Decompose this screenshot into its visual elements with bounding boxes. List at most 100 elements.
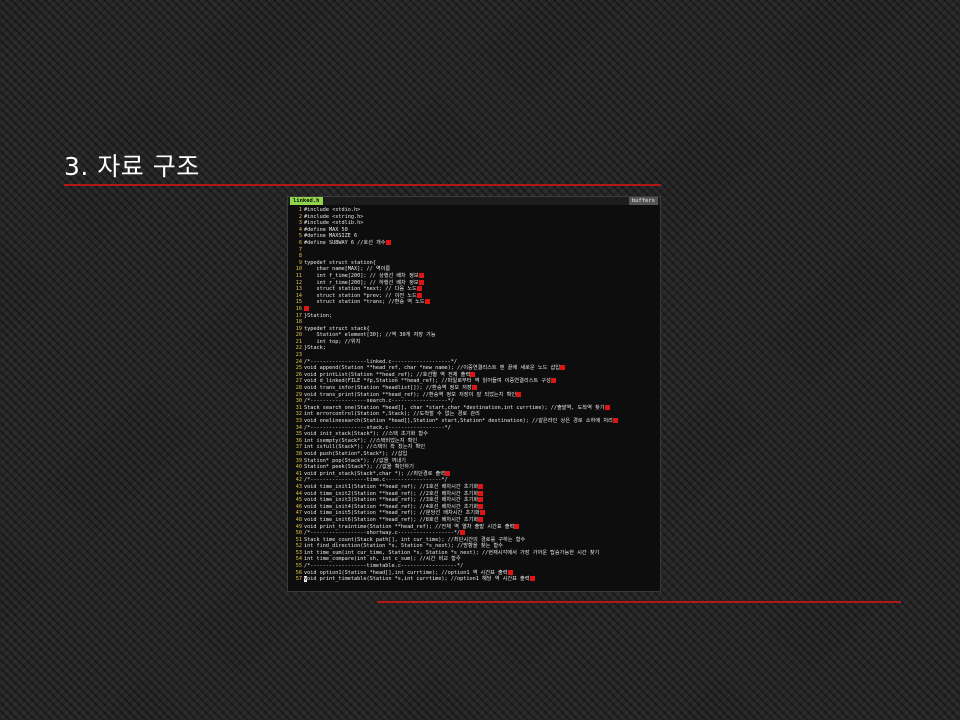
line-number: 7 <box>298 246 302 253</box>
code-line[interactable]: 10 char name[MAX]; // 역이름 <box>288 266 660 273</box>
trailing-whitespace-marker <box>507 569 513 575</box>
title-underline <box>64 184 661 186</box>
trailing-whitespace-marker <box>514 523 520 529</box>
code-line[interactable]: 16 <box>288 305 660 313</box>
line-number: 3 <box>298 220 302 227</box>
code-line[interactable]: 2 #include <string.h> <box>288 214 660 221</box>
line-text: /*------------------stack.c-------------… <box>304 424 451 431</box>
code-line[interactable]: 40 Station* peek(Stack*); //값을 확인하기 <box>288 464 660 471</box>
trailing-whitespace-marker <box>529 576 535 582</box>
code-line[interactable]: 48 void time_init6(Station **head_ref); /… <box>288 516 660 524</box>
line-number: 32 <box>295 411 302 418</box>
line-text: typedef struct stack{ <box>304 325 370 332</box>
line-text: #define MAXSIZE 6 <box>304 233 358 240</box>
code-line[interactable]: 17}Station; <box>288 313 660 320</box>
code-line[interactable]: 22}Stack; <box>288 345 660 352</box>
code-line[interactable]: 49 void print_traintime(Station **head_re… <box>288 523 660 531</box>
code-line[interactable]: 42/*------------------time.c------------… <box>288 477 660 484</box>
line-text: int r_time[200]; // 하행선 배차 정보 <box>304 279 419 286</box>
line-text: void d_linked(FILE *fp,Station **head_re… <box>304 378 551 385</box>
code-line[interactable]: 35 void init_stack(Stack*); //스택 초기화 함수 <box>288 431 660 438</box>
line-number: 37 <box>295 444 302 451</box>
code-line[interactable]: 1 #include <stdio.h> <box>288 207 660 214</box>
line-number: 33 <box>295 418 302 424</box>
code-line[interactable]: 54 int time_compare(int sh, int c_sum); /… <box>288 556 660 563</box>
code-line[interactable]: 29 void trans_print(Station **head_ref); … <box>288 391 660 399</box>
line-text: void push(Station*,Stack*); //삽입 <box>304 450 408 457</box>
code-line[interactable]: 20 Station* element[30]; //역 30개 저장 가능 <box>288 332 660 339</box>
line-text: void time_init2(Station **head_ref); //2… <box>304 490 479 497</box>
line-number: 26 <box>295 371 302 378</box>
code-line[interactable]: 6 #define SUBWAY 6 //호선 개수 <box>288 239 660 247</box>
code-area[interactable]: 1 #include <stdio.h> 2 #include <string.h> 3… <box>288 205 660 583</box>
line-text: #include <stdio.h> <box>304 207 361 213</box>
line-number: 30 <box>295 398 302 405</box>
line-text: char name[MAX]; // 역이름 <box>304 266 391 273</box>
code-line[interactable]: 55/*------------------timetable.c-------… <box>288 563 660 570</box>
line-text: /*------------------linked.c------------… <box>304 358 458 365</box>
code-line[interactable]: 18 <box>288 319 660 326</box>
line-text: /*------------------timetable.c---------… <box>304 563 464 570</box>
line-number: 22 <box>295 345 302 352</box>
line-text: void trans_print(Station **head_ref); //… <box>304 391 517 398</box>
code-line[interactable]: 7 <box>288 247 660 254</box>
tab-linked-h[interactable]: linked.h <box>290 197 323 205</box>
editor-tab-bar: linked.h buffers <box>288 197 660 205</box>
line-text: void print_stack(Stack*,char *); //최단경로 … <box>304 470 446 477</box>
line-number: 51 <box>295 536 302 543</box>
code-line[interactable]: 37 int isfull(Stack*); //스택이 꽉 찼는지 확인 <box>288 444 660 451</box>
line-text: /*------------------search.c------------… <box>304 398 454 405</box>
line-text: Station* pop(Stack*); //값을 꺼내기 <box>304 457 406 464</box>
line-number: 56 <box>295 569 302 576</box>
line-number: 57 <box>295 576 302 583</box>
line-text: void option1(Station *head[],int currtim… <box>304 569 508 576</box>
line-text: struct station *prev; // 이전 노드 <box>304 292 417 299</box>
line-text: int time_compare(int sh, int c_sum); //시… <box>304 556 461 563</box>
code-line[interactable]: 4 #define MAX 50 <box>288 227 660 234</box>
code-line[interactable]: 5 #define MAXSIZE 6 <box>288 233 660 240</box>
code-line[interactable]: 28 void trans_infor(Station *headlist[]);… <box>288 385 660 392</box>
code-line[interactable]: 33 void onelinesearch(Station *head[],Sta… <box>288 418 660 425</box>
code-editor-window: linked.h buffers 1 #include <stdio.h> 2 #in… <box>287 196 661 592</box>
code-line[interactable]: 11 int f_time[200]; // 상행선 배차 정보 <box>288 272 660 280</box>
trailing-whitespace-marker <box>424 299 430 305</box>
code-line[interactable]: 50/*------------------shortway.c--------… <box>288 530 660 537</box>
code-line[interactable]: 15 struct station *trans; //환승 역 노드 <box>288 299 660 306</box>
line-number: 4 <box>298 226 302 233</box>
code-line[interactable]: 23 <box>288 352 660 359</box>
code-line[interactable]: 47 void time_init5(Station **head_ref); /… <box>288 510 660 517</box>
line-text: /*------------------time.c--------------… <box>304 477 448 484</box>
bottom-divider <box>377 601 901 603</box>
line-number: 14 <box>295 292 302 299</box>
code-line[interactable]: 13 struct station *next; // 다음 노드 <box>288 286 660 293</box>
line-number: 24 <box>295 358 302 365</box>
code-line[interactable]: 52 int find_direction(Station *s, Station… <box>288 543 660 550</box>
slide-title: 3. 자료 구조 <box>64 152 200 181</box>
code-line[interactable]: 8 <box>288 253 660 260</box>
line-text: void time_init5(Station **head_ref); //분… <box>304 510 480 517</box>
code-line[interactable]: 41 void print_stack(Stack*,char *); //최단경… <box>288 470 660 478</box>
code-line[interactable]: 43 void time_init1(Station **head_ref); /… <box>288 483 660 491</box>
line-number: 19 <box>295 325 302 332</box>
line-text: Stack search_one(Station *head[], char *… <box>304 404 605 411</box>
line-number: 11 <box>295 272 302 279</box>
line-number: 6 <box>298 239 302 246</box>
trailing-whitespace-marker <box>550 378 556 384</box>
line-text: void onelinesearch(Station *head[],Stati… <box>304 418 613 424</box>
line-text: int isempty(Stack*); //스택비었는지 확인 <box>304 437 418 444</box>
buffers-button[interactable]: buffers <box>628 197 658 205</box>
code-line[interactable]: 57 void print_timetable(Station *s,int cu… <box>288 576 660 583</box>
line-text: int time_sum(int cur_time, Station *s, S… <box>304 549 600 556</box>
code-line[interactable]: 32 int errorcontrol(Station *,Stack); //도… <box>288 411 660 418</box>
trailing-whitespace-marker <box>604 404 610 410</box>
trailing-whitespace-marker <box>516 391 522 397</box>
code-line[interactable]: 21 int top; //위치 <box>288 339 660 346</box>
code-line[interactable]: 38 void push(Station*,Stack*); //삽입 <box>288 451 660 458</box>
code-line[interactable]: 25 void append(Station **head_ref, char *… <box>288 365 660 372</box>
trailing-whitespace-marker <box>418 272 424 278</box>
line-text: }Stack; <box>304 345 326 352</box>
code-line[interactable]: 3 #include <stdlib.h> <box>288 220 660 227</box>
line-number: 18 <box>295 319 302 326</box>
code-line[interactable]: 30/*------------------search.c----------… <box>288 398 660 405</box>
code-line[interactable]: 45 void time_init3(Station **head_ref); /… <box>288 497 660 504</box>
